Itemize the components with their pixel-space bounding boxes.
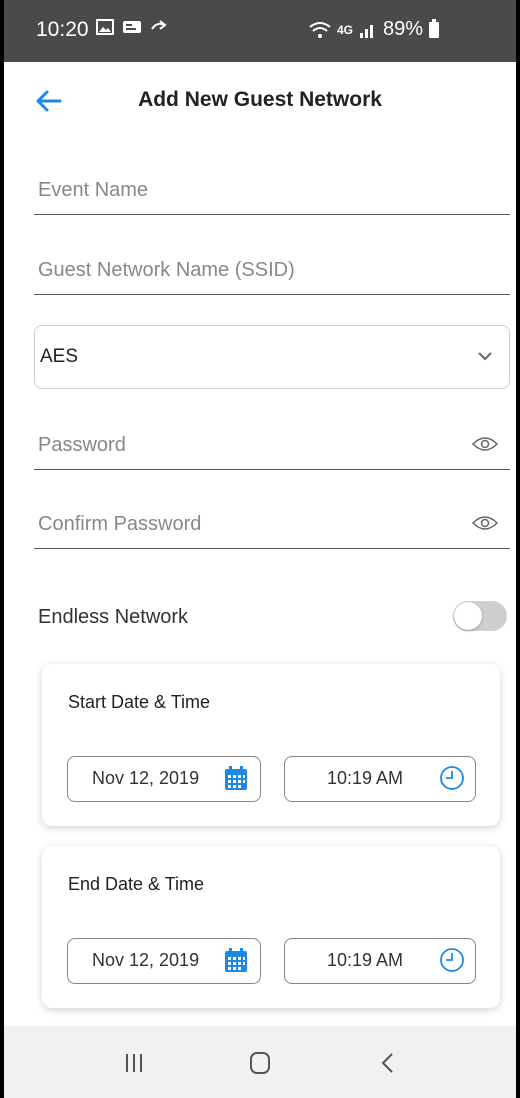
clock-icon: [440, 766, 464, 790]
back-icon[interactable]: [368, 1046, 408, 1080]
home-icon[interactable]: [240, 1046, 280, 1080]
image-icon: [96, 19, 114, 35]
wifi-icon: [309, 21, 331, 38]
eye-icon[interactable]: [472, 435, 498, 453]
notification-icons: [96, 19, 168, 35]
confirm-password-field-wrap: [34, 500, 510, 549]
password-field-wrap: [34, 421, 510, 470]
battery-percent: 89%: [383, 18, 424, 40]
event-name-field-wrap: [34, 166, 510, 215]
end-time-value: 10:19 AM: [327, 950, 404, 970]
battery-icon: [429, 18, 440, 38]
status-bar: 10:20 4G 89%: [4, 0, 516, 62]
system-nav-bar: [4, 1026, 516, 1098]
start-title: Start Date & Time: [68, 692, 211, 712]
calendar-icon: [225, 948, 247, 972]
end-date-picker[interactable]: Nov 12, 2019: [67, 938, 261, 984]
end-date-value: Nov 12, 2019: [92, 950, 200, 970]
start-date-picker[interactable]: Nov 12, 2019: [67, 756, 261, 802]
signal-icon: [360, 24, 374, 38]
chevron-down-icon: [478, 352, 492, 361]
end-datetime-card: End Date & Time Nov 12, 2019 10:19 AM: [42, 846, 500, 1008]
header: Add New Guest Network: [4, 62, 516, 140]
password-input[interactable]: [38, 431, 438, 459]
system-icons: 4G 89%: [309, 18, 440, 41]
recents-icon[interactable]: [114, 1046, 154, 1080]
start-time-picker[interactable]: 10:19 AM: [284, 756, 476, 802]
security-value: AES: [40, 346, 79, 367]
end-title: End Date & Time: [68, 874, 205, 894]
confirm-password-input[interactable]: [38, 510, 438, 538]
ssid-field-wrap: [34, 246, 510, 295]
page-title: Add New Guest Network: [138, 88, 382, 111]
app-screen: 10:20 4G 89% Add New Guest Network Event…: [4, 0, 516, 1098]
start-time-value: 10:19 AM: [327, 768, 404, 788]
security-select[interactable]: AES: [34, 325, 510, 389]
eye-icon[interactable]: [472, 514, 498, 532]
start-date-value: Nov 12, 2019: [92, 768, 200, 788]
endless-network-label: Endless Network: [38, 606, 189, 628]
ssid-input[interactable]: [38, 256, 438, 284]
end-time-picker[interactable]: 10:19 AM: [284, 938, 476, 984]
clock-icon: [440, 948, 464, 972]
message-icon: [123, 21, 141, 33]
network-type: 4G: [337, 22, 354, 37]
toggle-knob: [454, 602, 482, 630]
event-name-input[interactable]: [38, 176, 438, 204]
share-icon: [151, 20, 167, 30]
start-datetime-card: Start Date & Time Nov 12, 2019 10:19 AM: [42, 664, 500, 826]
status-time: 10:20: [36, 18, 89, 41]
endless-network-toggle[interactable]: [453, 601, 507, 631]
calendar-icon: [225, 766, 247, 790]
